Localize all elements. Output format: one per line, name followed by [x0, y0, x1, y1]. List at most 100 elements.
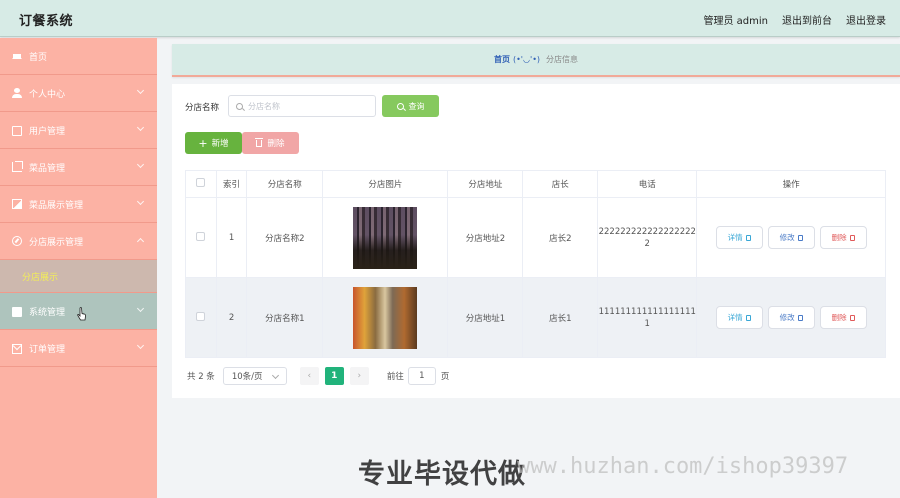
trash-icon: [849, 234, 855, 241]
row-actions: 详情 修改 删除: [696, 277, 886, 358]
query-button[interactable]: 查询: [382, 95, 439, 117]
sidebar: 首页 个人中心 用户管理 菜品管理 菜品展示管理 分店展示管理 分店展示 系统管…: [0, 38, 157, 498]
column-header: 索引: [215, 170, 248, 198]
sidebar-item-label: 菜品管理: [29, 163, 66, 174]
top-right-links: 管理员 admin 退出到前台 退出登录: [703, 12, 886, 27]
row-manager: 店长2: [522, 197, 599, 278]
detail-label: 详情: [727, 233, 743, 242]
prev-page-button[interactable]: ‹: [299, 367, 319, 385]
detail-label: 详情: [727, 313, 743, 322]
sidebar-item-label: 系统管理: [29, 307, 66, 318]
delete-label: 删除: [831, 233, 847, 242]
breadcrumb: 首页 (•'◡'•) 分店信息: [172, 44, 900, 77]
sidebar-item-label: 用户管理: [29, 126, 66, 137]
row-branch-address: 分店地址1: [447, 277, 524, 358]
admin-user-label: 管理员 admin: [703, 16, 768, 27]
branch-name-search-input[interactable]: 分店名称: [228, 95, 376, 117]
row-image-cell: [322, 277, 449, 358]
edit-label: 修改: [779, 233, 795, 242]
chevron-right-icon: ›: [357, 371, 362, 381]
sidebar-item-profile[interactable]: 个人中心: [0, 75, 157, 112]
table-row: 1 分店名称2 分店地址2 店长2 2222222222222222222 详情…: [185, 197, 886, 278]
sidebar-item-label: 个人中心: [29, 89, 66, 100]
sidebar-item-dishes[interactable]: 菜品管理: [0, 149, 157, 186]
chevron-down-icon: [136, 304, 145, 313]
detail-button[interactable]: 详情: [715, 226, 763, 249]
sidebar-item-label: 首页: [29, 52, 48, 63]
crop-icon: [12, 161, 23, 172]
delete-button-label: 删除: [267, 139, 285, 149]
delete-row-button[interactable]: 删除: [819, 306, 867, 329]
logout-link[interactable]: 退出登录: [846, 12, 886, 27]
row-actions: 详情 修改 删除: [696, 197, 886, 278]
column-header: 分店图片: [322, 170, 449, 198]
next-page-button[interactable]: ›: [349, 367, 369, 385]
search-icon: [396, 102, 404, 110]
exit-to-front-link[interactable]: 退出到前台: [782, 12, 832, 27]
jump-label: 前往: [386, 372, 404, 382]
edit-button[interactable]: 修改: [767, 306, 815, 329]
breadcrumb-emoticon: (•'◡'•): [512, 55, 541, 64]
row-phone: 1111111111111111111: [598, 306, 696, 329]
search-placeholder: 分店名称: [248, 101, 280, 111]
row-phone-cell: 1111111111111111111: [597, 277, 698, 358]
submenu-item-branch-show[interactable]: 分店展示: [0, 260, 157, 293]
watermark-text: 专业毕设代做: [358, 459, 526, 490]
edit-label: 修改: [779, 313, 795, 322]
column-header: 分店名称: [246, 170, 324, 198]
main-panel: 分店名称 分店名称 查询 + 新增 删除 索引 分店名称 分店图片 分店地址 店…: [172, 84, 900, 398]
pagination-total: 共 2 条: [187, 372, 215, 382]
sidebar-item-label: 订单管理: [29, 344, 66, 355]
trash-icon: [849, 314, 855, 321]
chevron-up-icon: [136, 237, 145, 246]
row-manager: 店长1: [522, 277, 599, 358]
row-select-cell: [185, 197, 217, 278]
sidebar-item-home[interactable]: 首页: [0, 38, 157, 75]
table-header-row: 索引 分店名称 分店图片 分店地址 店长 电话 操作: [185, 170, 886, 198]
sidebar-item-users[interactable]: 用户管理: [0, 112, 157, 149]
row-index: 1: [215, 197, 248, 278]
chevron-left-icon: ‹: [307, 371, 312, 381]
plus-icon: +: [198, 136, 208, 150]
add-button[interactable]: + 新增: [185, 132, 242, 154]
app-title: 订餐系统: [19, 14, 74, 29]
delete-row-button[interactable]: 删除: [819, 226, 867, 249]
row-branch-name: 分店名称2: [246, 197, 324, 278]
sidebar-item-orders[interactable]: 订单管理: [0, 330, 157, 367]
edit-button[interactable]: 修改: [767, 226, 815, 249]
edit-icon: [797, 234, 803, 241]
document-icon: [745, 234, 751, 241]
branch-image: [353, 286, 418, 349]
user-icon: [12, 88, 22, 98]
sidebar-item-branch-display[interactable]: 分店展示管理: [0, 223, 157, 260]
chevron-down-icon: [136, 160, 145, 169]
chat-icon: [12, 306, 22, 317]
query-button-label: 查询: [408, 101, 425, 111]
search-icon: [236, 102, 243, 110]
row-select-cell: [185, 277, 217, 358]
delete-label: 删除: [831, 313, 847, 322]
column-header: 店长: [522, 170, 599, 198]
jump-page-input[interactable]: 1: [407, 367, 436, 385]
row-phone: 2222222222222222222: [598, 226, 696, 249]
breadcrumb-current: 分店信息: [546, 55, 579, 64]
picture-icon: [12, 199, 22, 209]
pagination: 共 2 条 10条/页 ‹ 1 › 前往 1 页: [187, 367, 449, 385]
row-image-cell: [322, 197, 449, 278]
select-all-checkbox[interactable]: [196, 178, 206, 187]
breadcrumb-home[interactable]: 首页: [494, 54, 510, 65]
page-size-value: 10条/页: [231, 372, 263, 382]
edit-icon: [797, 314, 803, 321]
select-all-cell: [185, 170, 217, 198]
row-index: 2: [215, 277, 248, 358]
page-number-button[interactable]: 1: [324, 367, 344, 385]
sidebar-item-dish-display[interactable]: 菜品展示管理: [0, 186, 157, 223]
batch-delete-button[interactable]: 删除: [242, 132, 299, 154]
document-icon: [745, 314, 751, 321]
row-checkbox[interactable]: [196, 311, 206, 321]
detail-button[interactable]: 详情: [715, 306, 763, 329]
mail-icon: [12, 343, 22, 354]
row-checkbox[interactable]: [196, 231, 206, 241]
column-header: 操作: [696, 170, 886, 198]
page-size-select[interactable]: 10条/页: [222, 367, 287, 385]
